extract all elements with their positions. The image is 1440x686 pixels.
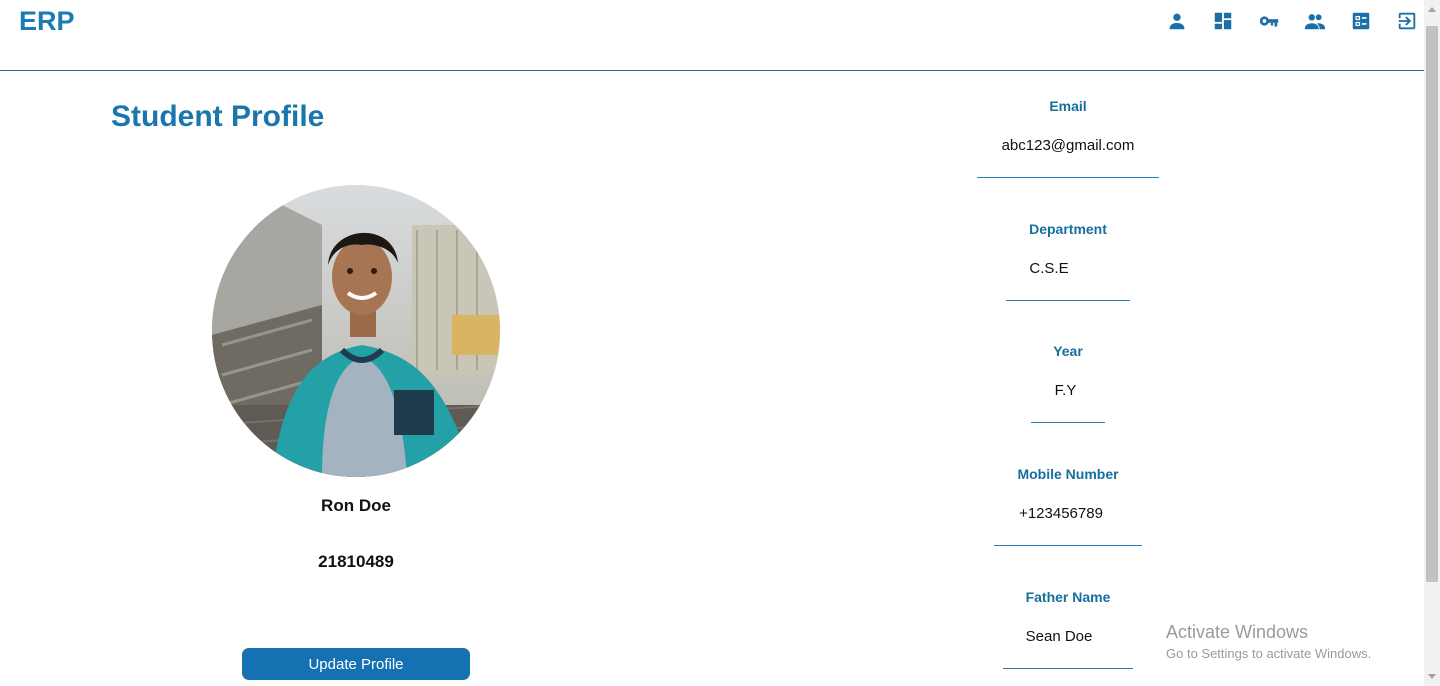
department-underline [1006, 300, 1130, 301]
dashboard-icon[interactable] [1210, 10, 1236, 32]
page-title: Student Profile [111, 100, 325, 133]
top-nav-bar: ERP [0, 0, 1424, 71]
email-field: Email abc123@gmail.com [968, 98, 1168, 178]
department-value: C.S.E [1029, 260, 1069, 277]
year-label: Year [1053, 343, 1083, 359]
update-profile-button[interactable]: Update Profile [242, 648, 470, 680]
scroll-down-arrow-icon[interactable] [1428, 674, 1436, 679]
department-label: Department [1029, 221, 1107, 237]
father-name-value: Sean Doe [1025, 628, 1093, 645]
mobile-number-underline [994, 545, 1142, 546]
app-logo[interactable]: ERP [19, 6, 75, 37]
student-name: Ron Doe [321, 496, 391, 515]
student-id: 21810489 [318, 552, 394, 571]
key-icon[interactable] [1256, 10, 1282, 32]
windows-activation-watermark: Activate Windows Go to Settings to activ… [1166, 622, 1371, 661]
father-name-underline [1003, 668, 1133, 669]
scroll-up-arrow-icon[interactable] [1428, 7, 1436, 12]
father-name-field: Father Name Sean Doe [968, 589, 1168, 669]
email-label: Email [1049, 98, 1087, 114]
scroll-thumb[interactable] [1426, 26, 1438, 582]
mobile-number-field: Mobile Number +123456789 [968, 466, 1168, 546]
avatar [212, 185, 500, 477]
nav-icon-group [1164, 10, 1420, 32]
email-underline [977, 177, 1159, 178]
watermark-subtitle: Go to Settings to activate Windows. [1166, 646, 1372, 661]
mobile-number-value: +123456789 [1019, 505, 1103, 522]
year-underline [1031, 422, 1105, 423]
year-value: F.Y [1054, 382, 1077, 399]
mobile-number-label: Mobile Number [1017, 466, 1119, 482]
person-icon[interactable] [1164, 10, 1190, 32]
people-icon[interactable] [1302, 10, 1328, 32]
father-name-label: Father Name [1025, 589, 1111, 605]
watermark-title: Activate Windows [1166, 622, 1309, 642]
email-value: abc123@gmail.com [1001, 137, 1135, 154]
department-field: Department C.S.E [968, 221, 1168, 301]
page: ERP Student Profile Ron Doe 21810489 Upd… [0, 0, 1424, 686]
logout-icon[interactable] [1394, 10, 1420, 32]
vertical-scrollbar[interactable] [1424, 0, 1440, 686]
checklist-icon[interactable] [1348, 10, 1374, 32]
year-field: Year F.Y [968, 343, 1168, 423]
